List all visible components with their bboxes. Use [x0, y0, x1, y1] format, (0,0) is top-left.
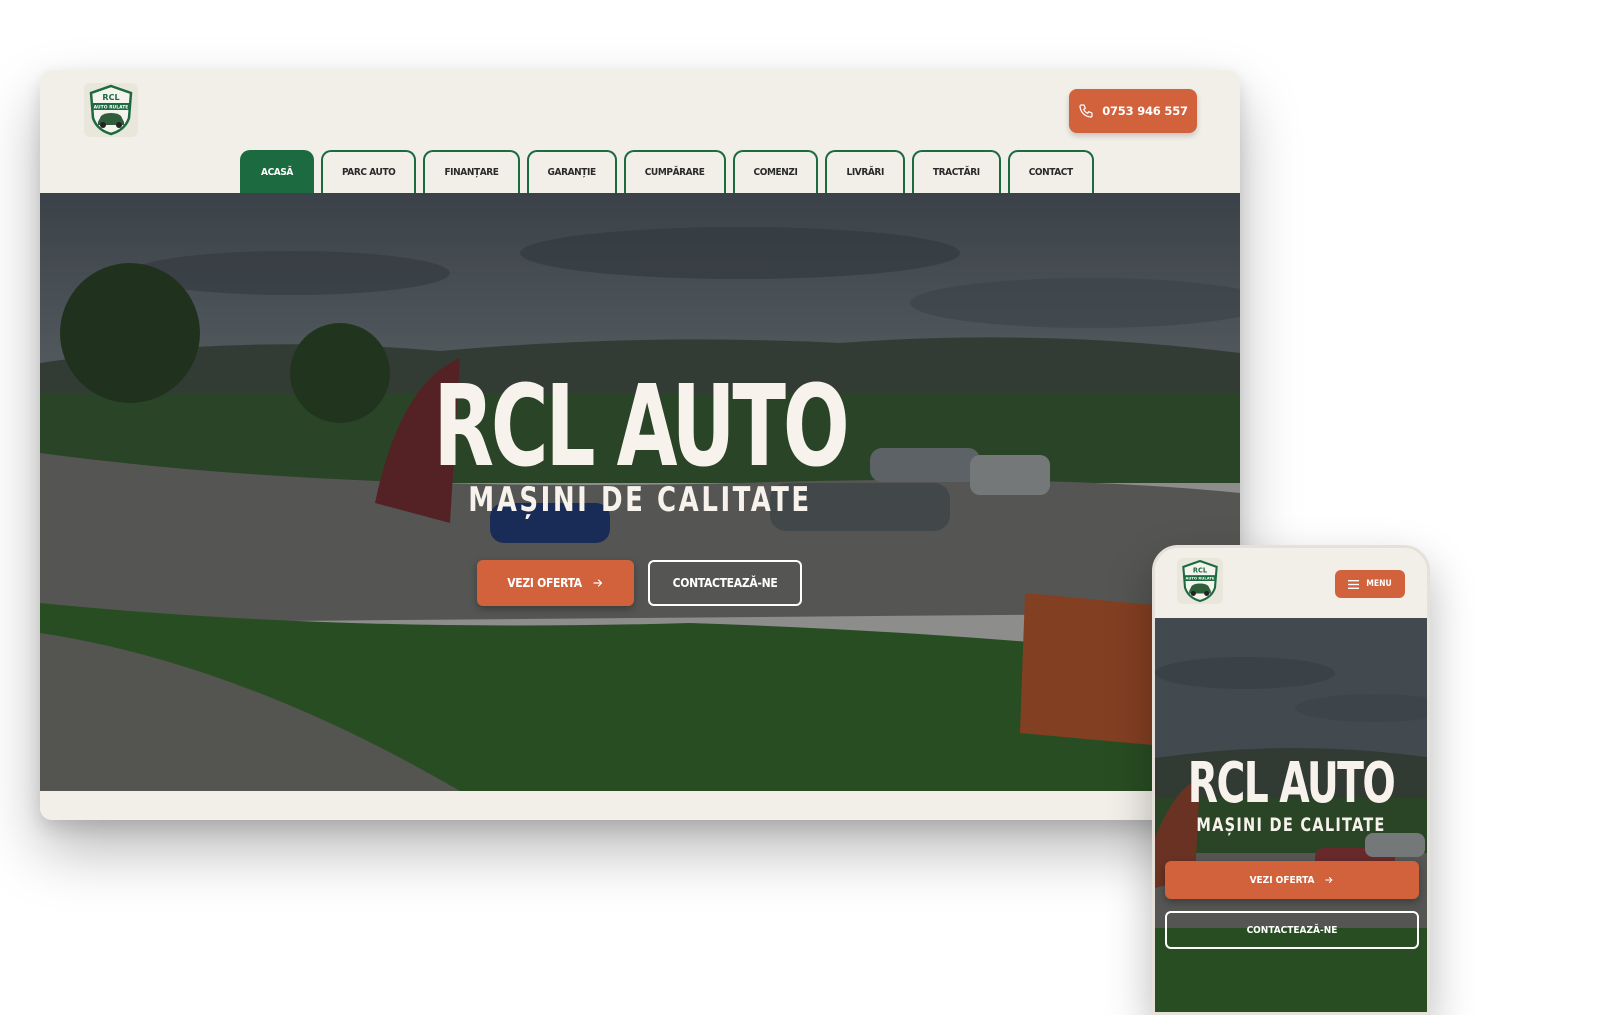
phone-icon: [1079, 104, 1093, 118]
nav-tab-finantare[interactable]: FINANȚARE: [423, 150, 520, 193]
contact-us-button[interactable]: CONTACTEAZĂ-NE: [648, 560, 802, 606]
nav-tab-tractari[interactable]: TRACTĂRI: [911, 150, 1001, 193]
nav-tab-garantie[interactable]: GARANȚIE: [526, 150, 617, 193]
mobile-hero-subtitle: MAȘINI DE CALITATE: [1196, 814, 1386, 836]
brand-logo[interactable]: RCL AUTO RULATE: [84, 83, 138, 137]
logo-ribbon-text: AUTO RULATE: [1186, 577, 1215, 581]
phone-call-button[interactable]: 0753 946 557: [1069, 89, 1197, 133]
arrow-right-icon: [593, 579, 602, 587]
hero-subtitle: MAȘINI DE CALITATE: [468, 480, 812, 520]
logo-shield-icon: RCL AUTO RULATE: [89, 84, 133, 136]
view-offer-button[interactable]: VEZI OFERTA: [477, 560, 634, 606]
mobile-hero-title: RCL AUTO: [1187, 751, 1396, 816]
logo-shield-icon: RCL AUTO RULATE: [1182, 559, 1218, 603]
nav-tab-comenzi[interactable]: COMENZI: [732, 150, 819, 193]
nav-tab-acasa[interactable]: ACASĂ: [240, 150, 314, 193]
nav-tab-parc-auto[interactable]: PARC AUTO: [320, 150, 417, 193]
mobile-brand-logo[interactable]: RCL AUTO RULATE: [1177, 558, 1223, 604]
logo-ribbon-text: AUTO RULATE: [94, 105, 129, 111]
arrow-right-icon: [1325, 877, 1333, 883]
nav-tab-cumparare[interactable]: CUMPĂRARE: [623, 150, 726, 193]
nav-tab-contact[interactable]: CONTACT: [1007, 150, 1094, 193]
main-nav: ACASĂ PARC AUTO FINANȚARE GARANȚIE CUMPĂ…: [240, 150, 1094, 193]
mobile-preview: RCL AUTO RULATE MENU RCL AUTO MAȘINI DE …: [1152, 545, 1430, 1015]
logo-text: RCL: [102, 93, 119, 102]
logo-text: RCL: [1193, 567, 1208, 575]
view-offer-label: VEZI OFERTA: [507, 576, 582, 590]
desktop-preview: RCL AUTO RULATE 0753 946 557 ACASĂ PARC …: [40, 70, 1240, 820]
hero-section: RCL AUTO MAȘINI DE CALITATE VEZI OFERTA …: [40, 193, 1240, 791]
hero-bottom-strip: [40, 791, 1240, 820]
menu-label: MENU: [1366, 579, 1392, 589]
hero-title: RCL AUTO: [433, 362, 849, 492]
hamburger-icon: [1348, 579, 1360, 589]
mobile-menu-button[interactable]: MENU: [1335, 570, 1405, 598]
site-header: RCL AUTO RULATE 0753 946 557 ACASĂ PARC …: [40, 70, 1240, 193]
nav-tab-livrari[interactable]: LIVRĂRI: [825, 150, 905, 193]
mobile-contact-us-button[interactable]: CONTACTEAZĂ-NE: [1165, 911, 1419, 949]
mobile-view-offer-label: VEZI OFERTA: [1249, 874, 1315, 886]
mobile-view-offer-button[interactable]: VEZI OFERTA: [1165, 861, 1419, 899]
mobile-header: RCL AUTO RULATE MENU: [1155, 548, 1427, 618]
mobile-hero-section: RCL AUTO MAȘINI DE CALITATE VEZI OFERTA …: [1155, 618, 1427, 1012]
phone-number: 0753 946 557: [1102, 104, 1188, 118]
